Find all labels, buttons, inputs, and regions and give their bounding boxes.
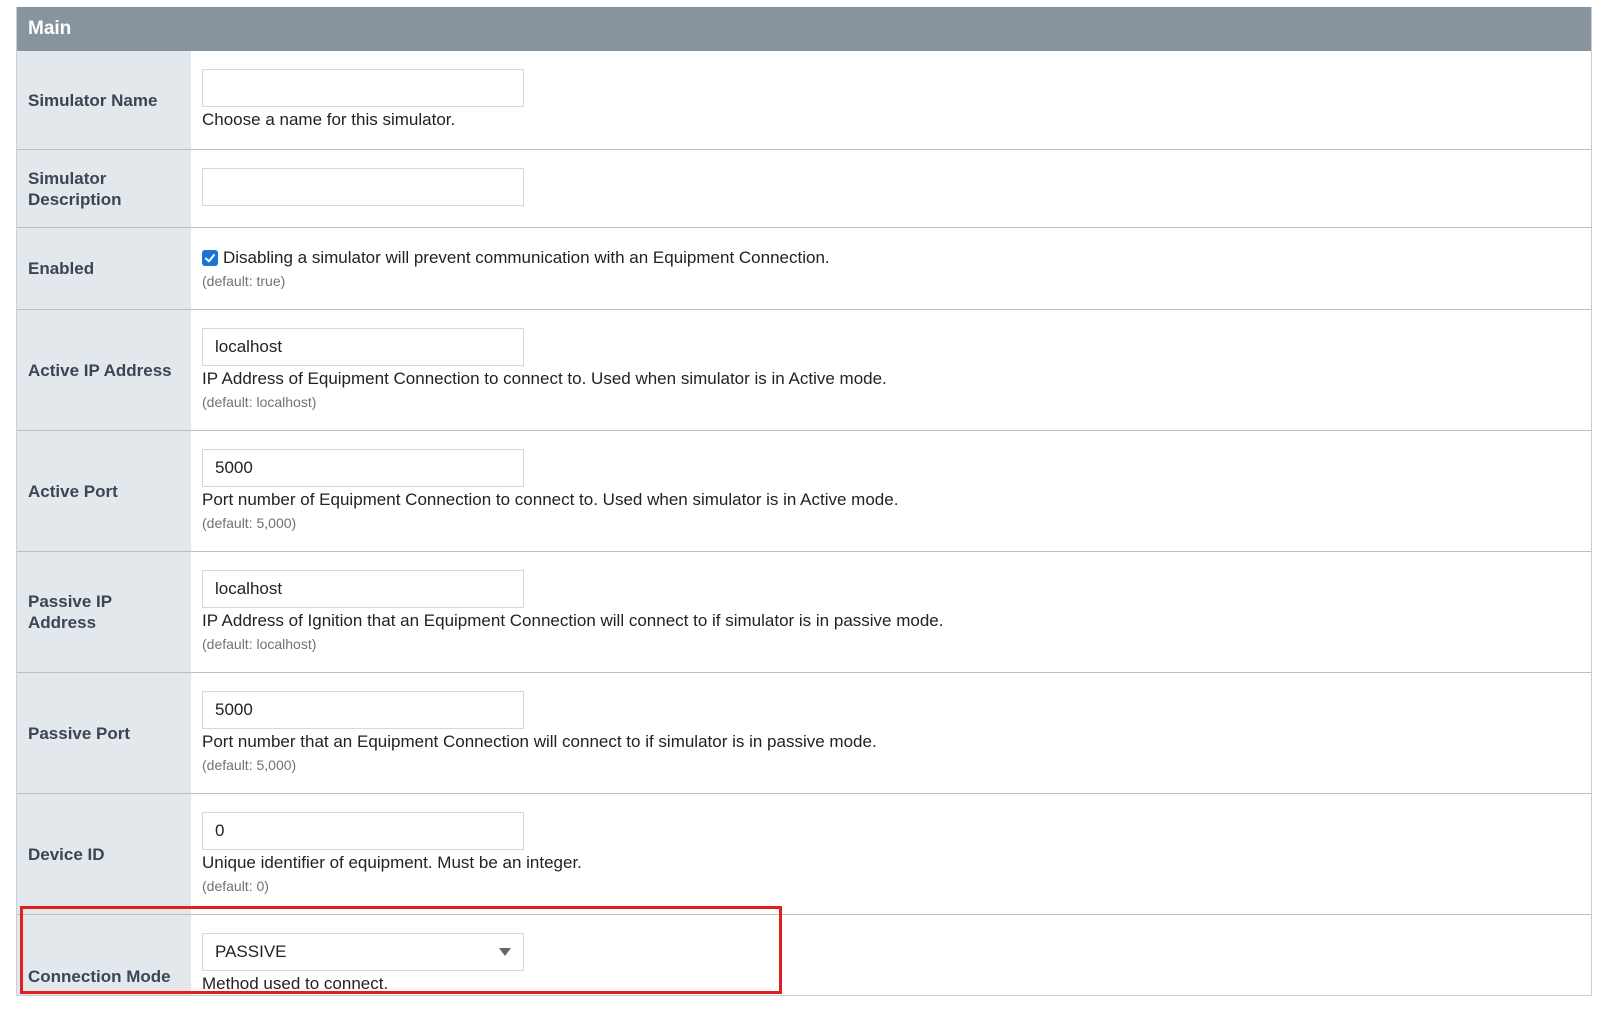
settings-panel: Main Simulator Name Choose a name for th… <box>16 7 1592 996</box>
enabled-value-cell: Disabling a simulator will prevent commu… <box>191 228 1591 309</box>
simulator-name-value-cell: Choose a name for this simulator. <box>191 51 1591 149</box>
row-simulator-description: Simulator Description <box>17 150 1591 228</box>
row-passive-port: Passive Port Port number that an Equipme… <box>17 673 1591 794</box>
connection-mode-value-cell: PASSIVE Method used to connect. <box>191 915 1591 995</box>
passive-port-description: Port number that an Equipment Connection… <box>202 732 877 751</box>
active-port-input[interactable] <box>202 449 524 487</box>
connection-mode-select[interactable]: PASSIVE <box>202 933 524 971</box>
row-passive-ip: Passive IP Address IP Address of Ignitio… <box>17 552 1591 673</box>
simulator-description-label: Simulator Description <box>17 150 191 227</box>
row-device-id: Device ID Unique identifier of equipment… <box>17 794 1591 915</box>
row-simulator-name: Simulator Name Choose a name for this si… <box>17 51 1591 150</box>
active-ip-label: Active IP Address <box>17 310 191 430</box>
chevron-down-icon <box>499 948 511 956</box>
device-id-description: Unique identifier of equipment. Must be … <box>202 853 582 872</box>
checkmark-icon <box>205 254 215 263</box>
simulator-name-description: Choose a name for this simulator. <box>202 110 456 129</box>
row-enabled: Enabled Disabling a simulator will preve… <box>17 228 1591 310</box>
enabled-checkbox-line: Disabling a simulator will prevent commu… <box>202 247 1591 269</box>
active-ip-input[interactable] <box>202 328 524 366</box>
passive-ip-default: (default: localhost) <box>202 636 317 652</box>
active-ip-description: IP Address of Equipment Connection to co… <box>202 369 887 388</box>
passive-ip-label: Passive IP Address <box>17 552 191 672</box>
row-connection-mode: Connection Mode PASSIVE Method used to c… <box>17 915 1591 995</box>
passive-port-label: Passive Port <box>17 673 191 793</box>
enabled-label: Enabled <box>17 228 191 309</box>
connection-mode-label: Connection Mode <box>17 915 191 995</box>
section-header: Main <box>17 7 1591 51</box>
row-active-ip: Active IP Address IP Address of Equipmen… <box>17 310 1591 431</box>
passive-ip-description: IP Address of Ignition that an Equipment… <box>202 611 944 630</box>
device-id-value-cell: Unique identifier of equipment. Must be … <box>191 794 1591 914</box>
active-ip-value-cell: IP Address of Equipment Connection to co… <box>191 310 1591 430</box>
row-active-port: Active Port Port number of Equipment Con… <box>17 431 1591 552</box>
connection-mode-selected-value: PASSIVE <box>215 942 287 961</box>
enabled-default: (default: true) <box>202 273 286 289</box>
connection-mode-description: Method used to connect. <box>202 974 389 993</box>
simulator-name-input[interactable] <box>202 69 524 107</box>
simulator-description-input[interactable] <box>202 168 524 206</box>
active-port-label: Active Port <box>17 431 191 551</box>
enabled-description: Disabling a simulator will prevent commu… <box>223 248 830 267</box>
device-id-default: (default: 0) <box>202 878 269 894</box>
active-port-value-cell: Port number of Equipment Connection to c… <box>191 431 1591 551</box>
passive-port-value-cell: Port number that an Equipment Connection… <box>191 673 1591 793</box>
passive-ip-input[interactable] <box>202 570 524 608</box>
passive-port-default: (default: 5,000) <box>202 757 297 773</box>
simulator-name-label: Simulator Name <box>17 51 191 149</box>
active-port-description: Port number of Equipment Connection to c… <box>202 490 899 509</box>
active-port-default: (default: 5,000) <box>202 515 297 531</box>
device-id-label: Device ID <box>17 794 191 914</box>
passive-ip-value-cell: IP Address of Ignition that an Equipment… <box>191 552 1591 672</box>
device-id-input[interactable] <box>202 812 524 850</box>
enabled-checkbox[interactable] <box>202 250 218 266</box>
active-ip-default: (default: localhost) <box>202 394 317 410</box>
simulator-description-value-cell <box>191 150 1591 227</box>
passive-port-input[interactable] <box>202 691 524 729</box>
